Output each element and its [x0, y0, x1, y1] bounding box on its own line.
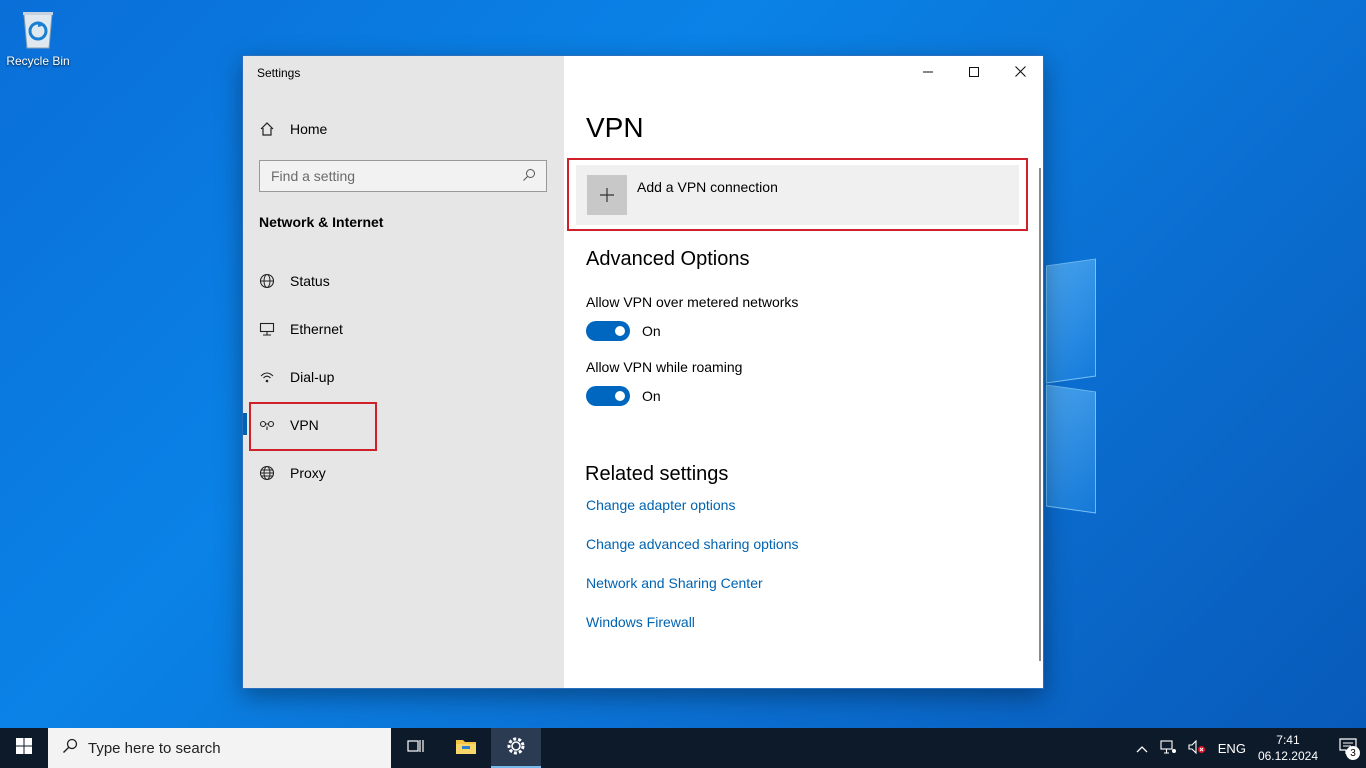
sidebar-item-label: Dial-up	[290, 369, 335, 385]
roaming-toggle[interactable]	[586, 386, 630, 406]
volume-muted-icon[interactable]	[1188, 739, 1206, 757]
dialup-icon	[259, 369, 275, 385]
scrollbar[interactable]	[1039, 168, 1041, 661]
sidebar-item-label: Home	[290, 121, 328, 137]
metered-toggle-row: On	[586, 321, 661, 341]
task-view-icon	[407, 738, 425, 759]
language-indicator[interactable]: ENG	[1218, 741, 1246, 756]
settings-window: Settings Home Find a setting Network & I…	[242, 55, 1044, 689]
page-title: VPN	[586, 112, 644, 143]
find-setting-input[interactable]: Find a setting	[259, 160, 547, 192]
recycle-bin[interactable]: Recycle Bin	[4, 8, 72, 68]
settings-taskbar-button[interactable]	[491, 728, 541, 768]
main-content: VPN Add a VPN connection Advanced Option…	[564, 56, 1043, 688]
minimize-button[interactable]	[905, 56, 951, 88]
taskbar-search-box[interactable]: Type here to search	[48, 728, 391, 768]
window-title: Settings	[257, 66, 301, 80]
clock-time: 7:41	[1276, 733, 1300, 747]
home-icon	[259, 121, 275, 137]
minimize-icon	[923, 64, 933, 80]
gear-icon	[506, 736, 526, 761]
sidebar-item-proxy[interactable]: Proxy	[243, 453, 564, 493]
sidebar-item-label: Status	[290, 273, 330, 289]
ethernet-icon	[259, 321, 275, 337]
start-button[interactable]	[0, 728, 48, 768]
notification-badge: 3	[1346, 746, 1360, 760]
sidebar-item-label: Ethernet	[290, 321, 343, 337]
advanced-options-heading: Advanced Options	[586, 248, 750, 270]
sidebar-item-status[interactable]: Status	[243, 261, 564, 301]
globe-status-icon	[259, 273, 275, 289]
roaming-option-label: Allow VPN while roaming	[586, 359, 743, 375]
roaming-toggle-state: On	[642, 388, 661, 404]
caption-buttons	[905, 56, 1043, 88]
metered-option-label: Allow VPN over metered networks	[586, 294, 799, 310]
vpn-highlight-box	[249, 402, 377, 451]
change-adapter-options-link[interactable]: Change adapter options	[586, 497, 735, 513]
globe-icon	[259, 465, 275, 481]
close-button[interactable]	[997, 56, 1043, 88]
taskbar-search-placeholder: Type here to search	[88, 739, 221, 757]
action-center-button[interactable]: 3	[1330, 728, 1366, 768]
network-sharing-center-link[interactable]: Network and Sharing Center	[586, 575, 763, 591]
maximize-button[interactable]	[951, 56, 997, 88]
close-icon	[1014, 64, 1026, 80]
desktop-logo-pane-1	[1046, 258, 1096, 384]
sidebar: Settings Home Find a setting Network & I…	[243, 56, 564, 688]
add-vpn-highlight-box	[567, 158, 1028, 231]
folder-icon	[455, 737, 477, 760]
metered-toggle[interactable]	[586, 321, 630, 341]
related-settings-heading: Related settings	[585, 463, 729, 485]
clock[interactable]: 7:41 06.12.2024	[1258, 732, 1318, 764]
chevron-up-icon[interactable]	[1136, 741, 1148, 756]
find-setting-placeholder: Find a setting	[271, 168, 356, 184]
search-icon	[522, 168, 536, 185]
sidebar-item-label: Proxy	[290, 465, 326, 481]
desktop-logo-pane-2	[1046, 384, 1096, 514]
task-view-button[interactable]	[391, 728, 441, 768]
section-title: Network & Internet	[259, 214, 384, 230]
system-tray: ENG 7:41 06.12.2024 3	[1130, 728, 1366, 768]
sidebar-item-ethernet[interactable]: Ethernet	[243, 309, 564, 349]
recycle-bin-label: Recycle Bin	[6, 54, 70, 68]
windows-firewall-link[interactable]: Windows Firewall	[586, 614, 695, 630]
sidebar-item-home[interactable]: Home	[243, 109, 564, 149]
file-explorer-button[interactable]	[441, 728, 491, 768]
taskbar: Type here to search ENG 7:41 06.12.2024	[0, 728, 1366, 768]
search-icon	[62, 738, 78, 759]
windows-start-icon	[16, 737, 32, 759]
recycle-bin-icon	[19, 8, 57, 50]
change-sharing-options-link[interactable]: Change advanced sharing options	[586, 536, 799, 552]
sidebar-item-dialup[interactable]: Dial-up	[243, 357, 564, 397]
clock-date: 06.12.2024	[1257, 749, 1318, 763]
metered-toggle-state: On	[642, 323, 661, 339]
network-icon[interactable]	[1160, 739, 1176, 757]
maximize-icon	[969, 64, 979, 80]
roaming-toggle-row: On	[586, 386, 661, 406]
